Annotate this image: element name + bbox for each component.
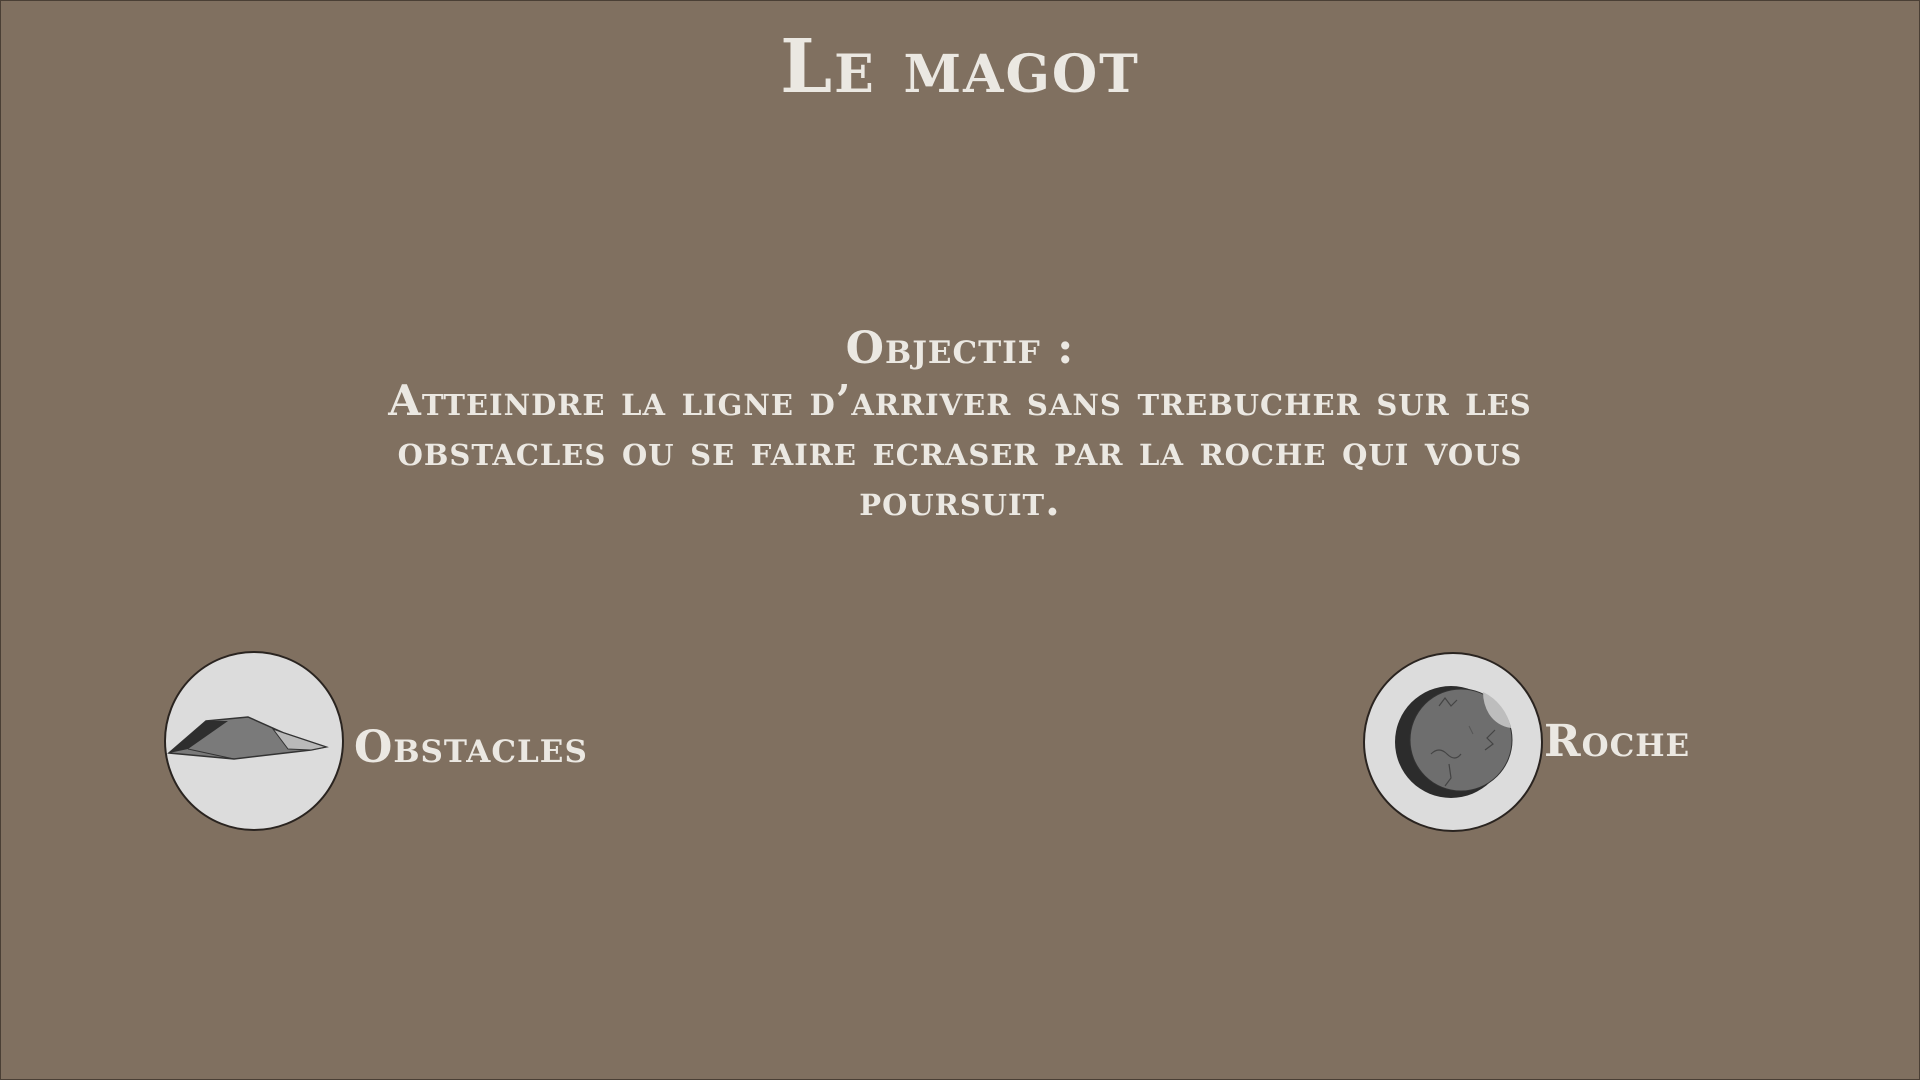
roche-icon-badge	[1363, 652, 1543, 832]
rock-shard-icon	[167, 716, 329, 760]
obstacles-icon-badge	[164, 651, 344, 831]
objective-heading: Objectif :	[845, 323, 1075, 374]
game-title: Le magot	[780, 24, 1140, 110]
boulder-icon	[1395, 686, 1513, 798]
objective-panel: Objectif : Atteindre la ligne d’arriver …	[320, 322, 1600, 526]
obstacles-label: Obstacles	[354, 722, 588, 773]
roche-label: Roche	[1544, 716, 1691, 767]
screen-frame	[0, 0, 1920, 1080]
objective-text: Atteindre la ligne d’arriver sans trebuc…	[388, 376, 1532, 525]
